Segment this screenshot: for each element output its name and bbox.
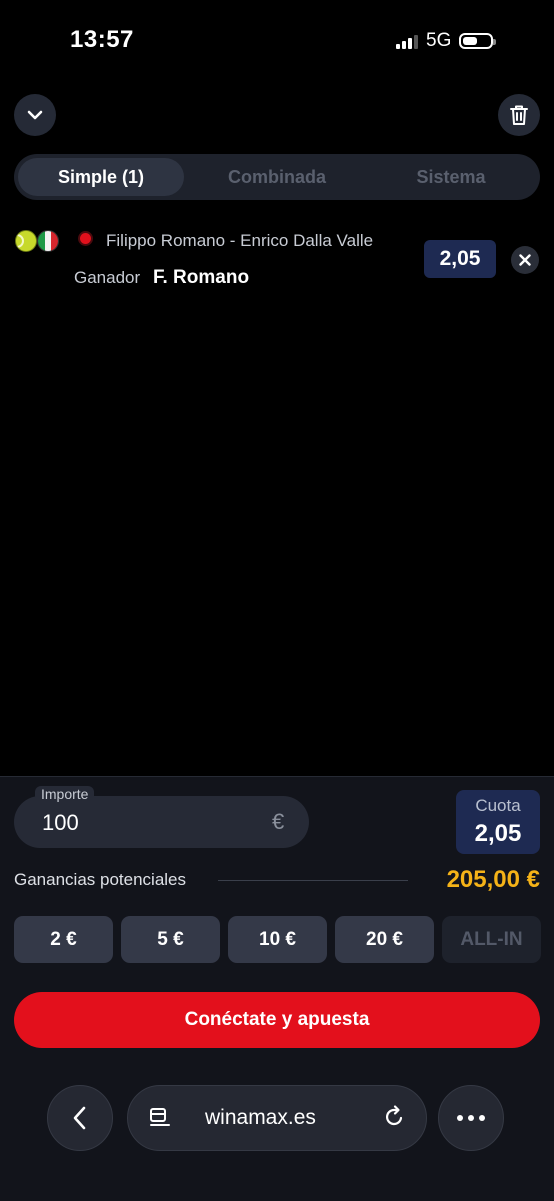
italy-flag-icon xyxy=(37,230,59,252)
collapse-button[interactable] xyxy=(14,94,56,136)
signal-icon xyxy=(396,33,418,49)
quick-amount-all-in[interactable]: ALL-IN xyxy=(442,916,541,963)
potential-gains-label: Ganancias potenciales xyxy=(14,870,187,889)
quick-amount-5[interactable]: 5 € xyxy=(121,916,220,963)
url-text[interactable]: winamax.es xyxy=(205,1106,316,1130)
network-label: 5G xyxy=(426,30,452,51)
match-name: Filippo Romano - Enrico Dalla Valle xyxy=(106,231,374,250)
tab-combinada[interactable]: Combinada xyxy=(192,158,362,196)
more-button[interactable] xyxy=(438,1085,504,1151)
chevron-down-icon xyxy=(27,110,43,120)
market-name: Ganador xyxy=(74,268,141,287)
cuota-label: Cuota xyxy=(475,796,521,815)
selection-name: F. Romano xyxy=(153,267,250,288)
close-icon xyxy=(519,254,531,266)
quick-amount-2[interactable]: 2 € xyxy=(14,916,113,963)
page-menu-icon[interactable] xyxy=(148,1106,172,1130)
tennis-ball-icon xyxy=(15,230,37,252)
quick-amount-10[interactable]: 10 € xyxy=(228,916,327,963)
bet-type-tabs: Simple (1) Combinada Sistema xyxy=(14,154,540,200)
remove-selection-button[interactable] xyxy=(511,246,539,274)
stake-label: Importe xyxy=(35,786,95,802)
status-time: 13:57 xyxy=(70,26,134,53)
live-indicator-icon xyxy=(80,233,91,244)
chevron-left-icon xyxy=(73,1106,86,1130)
currency-symbol: € xyxy=(272,809,285,834)
trash-icon xyxy=(510,105,528,125)
cuota-value: 2,05 xyxy=(474,820,522,847)
back-button[interactable] xyxy=(47,1085,113,1151)
tab-simple[interactable]: Simple (1) xyxy=(18,158,184,196)
tab-sistema[interactable]: Sistema xyxy=(366,158,536,196)
gains-divider xyxy=(218,880,408,881)
ellipsis-icon xyxy=(457,1115,485,1121)
quick-amount-20[interactable]: 20 € xyxy=(335,916,434,963)
potential-gains-value: 205,00 € xyxy=(446,866,540,893)
battery-icon xyxy=(459,33,497,49)
stake-value[interactable]: 100 xyxy=(42,810,79,836)
reload-icon[interactable] xyxy=(381,1104,407,1130)
selection-odds[interactable]: 2,05 xyxy=(424,240,496,278)
login-and-bet-button[interactable]: Conéctate y apuesta xyxy=(14,992,540,1048)
status-indicators: 5G xyxy=(396,30,497,52)
clear-betslip-button[interactable] xyxy=(498,94,540,136)
